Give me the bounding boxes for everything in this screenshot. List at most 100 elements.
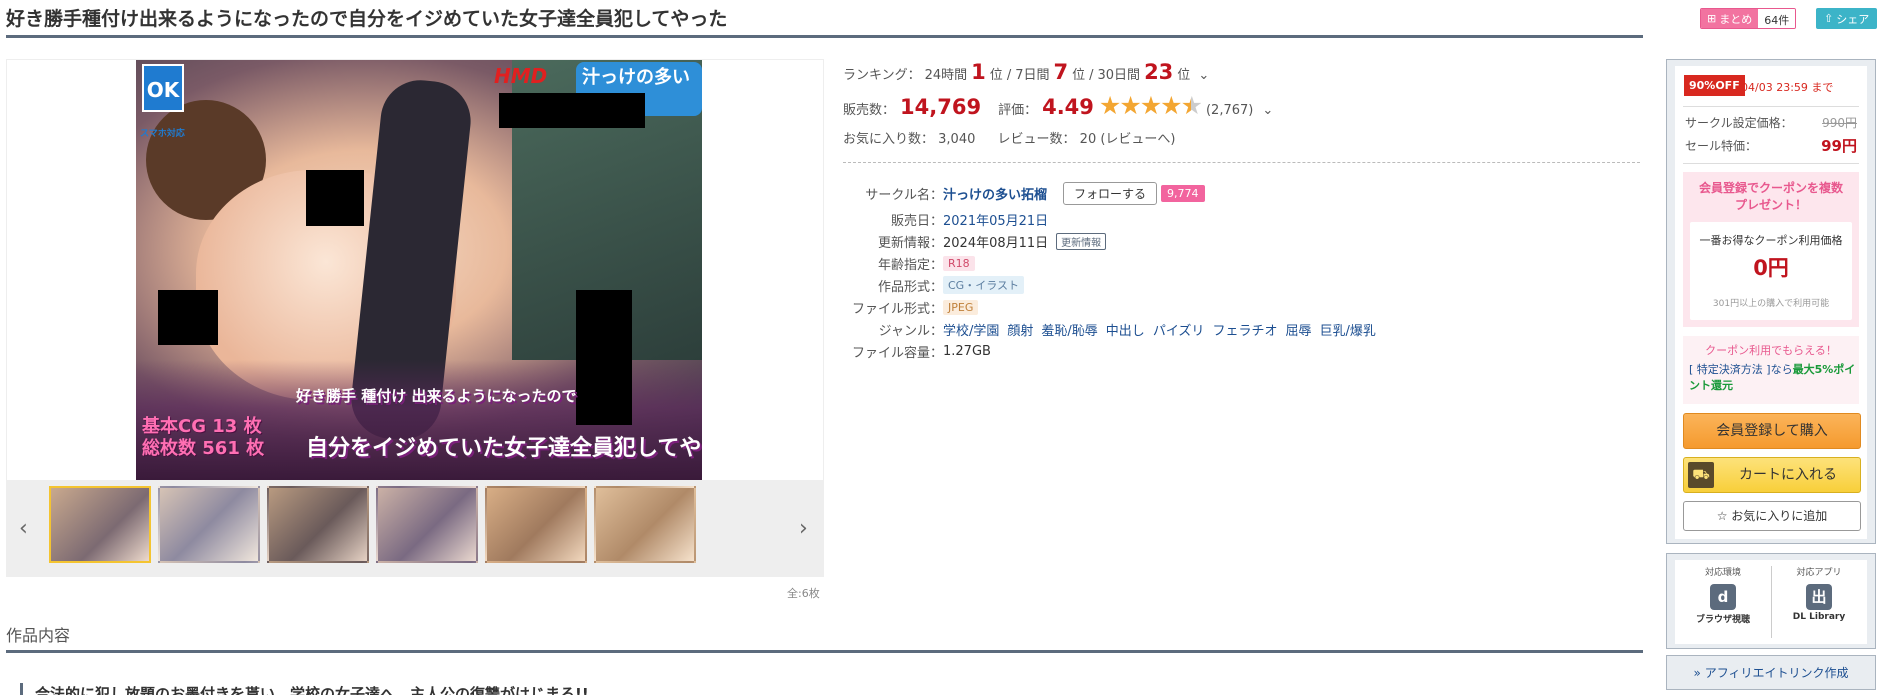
meta-row-circle: サークル名： 汁っけの多い拓榴 フォローする 9,774 bbox=[843, 178, 1376, 208]
thumbnail[interactable] bbox=[376, 486, 478, 563]
thumbnail[interactable] bbox=[485, 486, 587, 563]
main-product-image[interactable]: OK スマホ対応 HMD 汁っけの多い拓榴 基本CG 13 枚 総枚数 561 … bbox=[136, 60, 702, 480]
review-label: レビュー数： bbox=[997, 132, 1076, 147]
chevron-right-icon: » bbox=[1693, 666, 1701, 680]
rank-period: 24時間 bbox=[924, 68, 968, 83]
update-info-tag[interactable]: 更新情報 bbox=[1056, 232, 1107, 250]
section-heading: 作品内容 bbox=[6, 622, 1643, 653]
rank-period: 7日間 bbox=[1015, 68, 1050, 83]
meta-row-size: ファイル容量： 1.27GB bbox=[851, 343, 991, 361]
thumbnail[interactable] bbox=[267, 486, 369, 563]
cart-icon: ⛟ bbox=[1688, 462, 1714, 488]
cg-count-line2: 総枚数 561 枚 bbox=[142, 438, 265, 459]
meta-row-release: 販売日： 2021年05月21日 bbox=[843, 208, 1376, 230]
image-count: 全:6枚 bbox=[787, 587, 820, 600]
register-and-buy-button[interactable]: 会員登録して購入 bbox=[1683, 413, 1861, 449]
product-gallery: OK スマホ対応 HMD 汁っけの多い拓榴 基本CG 13 枚 総枚数 561 … bbox=[6, 59, 824, 577]
circle-name-link[interactable]: 汁っけの多い拓榴 bbox=[943, 184, 1047, 203]
matome-label: まとめ bbox=[1719, 12, 1753, 26]
env-app[interactable]: 対応アプリ 出 DL Library bbox=[1771, 560, 1867, 644]
dl-library-icon: 出 bbox=[1806, 584, 1832, 610]
sales-row: 販売数： 14,769 評価： 4.49 ★★★★★ (2,767) ⌄ bbox=[843, 91, 1273, 120]
favorite-row: お気に入り数： 3,040 レビュー数： 20 (レビューへ) bbox=[843, 128, 1176, 147]
review-value: 20 bbox=[1079, 132, 1097, 147]
thumbnail[interactable] bbox=[594, 486, 696, 563]
banner-title-small: 好き勝手 種付け 出来るようになったので bbox=[296, 387, 577, 405]
rating-value: 4.49 bbox=[1042, 95, 1094, 119]
follow-button[interactable]: フォローする bbox=[1063, 181, 1158, 205]
age-rating-tag[interactable]: R18 bbox=[943, 255, 975, 271]
sales-value: 14,769 bbox=[900, 95, 982, 119]
divider bbox=[843, 162, 1640, 163]
genre-link[interactable]: 巨乳/爆乳 bbox=[1319, 320, 1375, 339]
cg-count-line1: 基本CG 13 枚 bbox=[142, 416, 262, 437]
genre-link[interactable]: 羞恥/恥辱 bbox=[1041, 320, 1097, 339]
purchase-box: 90%OFF 04/03 23:59 まで サークル設定価格： 990円 セール… bbox=[1666, 59, 1876, 544]
release-date-link[interactable]: 2021年05月21日 bbox=[943, 210, 1048, 229]
divider bbox=[1683, 106, 1859, 107]
sale-price-row: セール特価： 99円 bbox=[1685, 137, 1857, 155]
censor-bar bbox=[306, 170, 364, 226]
rank-value: 1 bbox=[971, 60, 986, 84]
file-size: 1.27GB bbox=[943, 343, 991, 359]
fav-label: お気に入り数： bbox=[843, 132, 935, 147]
fav-value: 3,040 bbox=[938, 132, 976, 147]
affiliate-link[interactable]: » アフィリエイトリンク作成 bbox=[1666, 655, 1876, 690]
meta-row-file: ファイル形式： JPEG bbox=[843, 296, 1376, 318]
payment-method-link[interactable]: [ 特定決済方法 ]なら bbox=[1689, 363, 1793, 376]
thumbnail[interactable] bbox=[158, 486, 260, 563]
chevron-down-icon[interactable]: ⌄ bbox=[1262, 103, 1273, 118]
genre-link[interactable]: 中出し bbox=[1106, 320, 1145, 339]
rating-count: (2,767) bbox=[1205, 103, 1254, 118]
ranking-row: ランキング： 24時間 1 位 / 7日間 7 位 / 30日間 23 位 ⌄ bbox=[843, 60, 1210, 84]
coupon-note: 301円以上の購入で利用可能 bbox=[1712, 299, 1830, 309]
chevron-left-icon[interactable]: ‹ bbox=[19, 516, 28, 541]
smartphone-badge-label: スマホ対応 bbox=[140, 129, 185, 139]
work-format-tag[interactable]: CG・イラスト bbox=[943, 276, 1024, 294]
matome-count: 64件 bbox=[1758, 9, 1796, 28]
browser-icon: d bbox=[1710, 584, 1736, 610]
thumbnail-strip: ‹ › bbox=[7, 480, 823, 576]
list-price: 990円 bbox=[1822, 116, 1857, 130]
update-date: 2024年08月11日 bbox=[943, 235, 1049, 251]
title-bar: 好き勝手種付け出来るようになったので自分をイジめていた女子達全員犯してやった bbox=[6, 0, 1643, 38]
censor-bar bbox=[499, 93, 645, 128]
share-button[interactable]: ⇧ シェア bbox=[1816, 8, 1878, 29]
meta-row-genre: ジャンル： 学校/学園 顔射 羞恥/恥辱 中出し パイズリ フェラチオ 屈辱 巨… bbox=[843, 318, 1376, 340]
file-format-tag[interactable]: JPEG bbox=[943, 299, 979, 315]
rank-value: 23 bbox=[1144, 60, 1174, 84]
meta-row-update: 更新情報： 2024年08月11日 更新情報 bbox=[843, 230, 1376, 252]
rating-label: 評価： bbox=[998, 103, 1038, 118]
coupon-box[interactable]: 会員登録でクーポンを複数 プレゼント！ 一番お得なクーポン利用価格 0円 301… bbox=[1683, 172, 1859, 327]
genre-link[interactable]: パイズリ bbox=[1153, 320, 1205, 339]
genre-link[interactable]: 顔射 bbox=[1007, 320, 1033, 339]
genre-link[interactable]: 屈辱 bbox=[1285, 320, 1311, 339]
rank-period: 30日間 bbox=[1097, 68, 1141, 83]
follower-count: 9,774 bbox=[1161, 184, 1205, 202]
brand-logo: HMD bbox=[494, 64, 548, 88]
banner-title-big: 自分をイジめていた女子達全員犯してやった bbox=[306, 436, 702, 461]
environment-box: 対応環境 d ブラウザ視聴 対応アプリ 出 DL Library bbox=[1666, 553, 1876, 649]
chevron-right-icon[interactable]: › bbox=[799, 516, 808, 541]
rank-value: 7 bbox=[1053, 60, 1069, 84]
coupon-best-label: 一番お得なクーポン利用価格 bbox=[1699, 234, 1843, 247]
env-browser[interactable]: 対応環境 d ブラウザ視聴 bbox=[1675, 560, 1771, 644]
sale-price: 99円 bbox=[1821, 137, 1857, 155]
bookmark-icon: ⊞ bbox=[1707, 12, 1717, 25]
point-promo: クーポン利用でもらえる！ [ 特定決済方法 ]なら最大5%ポイント還元 bbox=[1683, 336, 1859, 404]
add-to-favorites-button[interactable]: ☆ お気に入りに追加 bbox=[1683, 501, 1861, 531]
add-to-cart-button[interactable]: ⛟ カートに入れる bbox=[1683, 457, 1861, 493]
rating-stars: ★★★★★ bbox=[1098, 91, 1203, 120]
meta-row-format: 作品形式： CG・イラスト bbox=[843, 274, 1376, 296]
ranking-label: ランキング： bbox=[843, 68, 921, 83]
review-link[interactable]: (レビューへ) bbox=[1100, 132, 1175, 147]
sales-label: 販売数： bbox=[843, 103, 896, 118]
divider bbox=[1683, 163, 1859, 164]
genre-link[interactable]: フェラチオ bbox=[1212, 320, 1277, 339]
matome-button[interactable]: ⊞ まとめ 64件 bbox=[1700, 8, 1797, 29]
chevron-down-icon[interactable]: ⌄ bbox=[1198, 68, 1209, 83]
share-icon: ⇧ bbox=[1824, 12, 1834, 25]
thumbnail[interactable] bbox=[49, 486, 151, 563]
intro-text: 合法的に犯し放題のお墨付きを貰い、学校の女子達へ、主人公の復讐がはじまる!! bbox=[20, 683, 589, 695]
genre-link[interactable]: 学校/学園 bbox=[943, 320, 999, 339]
